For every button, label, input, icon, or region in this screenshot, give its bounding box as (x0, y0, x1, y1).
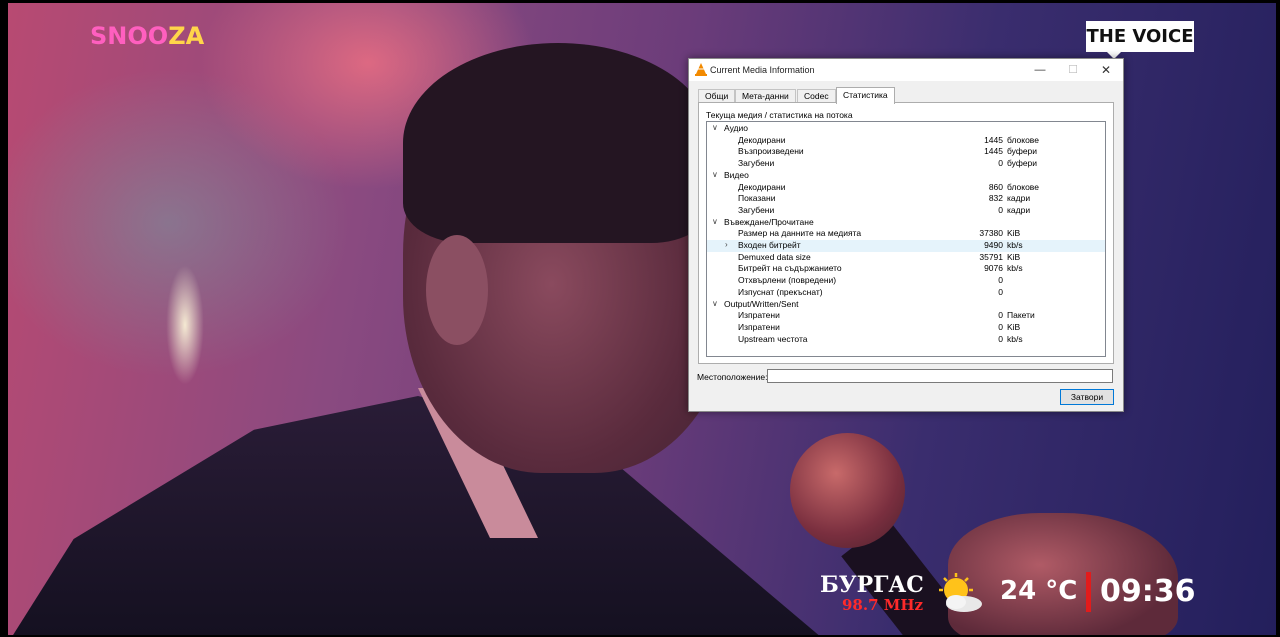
clock-time: 09:36 (1100, 574, 1196, 609)
tree-category-input[interactable]: ∨ Въвеждане/Прочитане (707, 217, 1105, 229)
singer-suit (8, 396, 828, 635)
close-window-icon[interactable]: ✕ (1089, 59, 1123, 81)
location-label: Местоположение: (697, 372, 768, 382)
tree-row[interactable]: Размер на данните на медията 37380 KiB (707, 228, 1105, 240)
channel-logo: SNOOZA (90, 22, 205, 50)
statistics-panel: Текуща медия / статистика на потока ∨ Ау… (698, 102, 1114, 364)
tree-row[interactable]: Декодирани 1445 блокове (707, 135, 1105, 147)
location-field[interactable] (767, 369, 1113, 383)
tree-row[interactable]: Загубени 0 буфери (707, 158, 1105, 170)
tree-row[interactable]: Изпратени 0 KiB (707, 322, 1105, 334)
tree-category-audio[interactable]: ∨ Аудио (707, 123, 1105, 135)
dialog-title: Current Media Information (710, 65, 815, 75)
tree-row[interactable]: Загубени 0 кадри (707, 205, 1105, 217)
divider-bar (1086, 572, 1091, 612)
tree-row[interactable]: Отхвърлени (повредени) 0 (707, 275, 1105, 287)
expand-chevron-icon[interactable]: ∨ (712, 123, 718, 132)
singer-hair (403, 43, 713, 243)
tree-row[interactable]: Възпроизведени 1445 буфери (707, 146, 1105, 158)
tree-row[interactable]: Изпратени 0 Пакети (707, 310, 1105, 322)
vlc-cone-icon (695, 63, 707, 76)
title-bar[interactable]: Current Media Information — ☐ ✕ (689, 59, 1123, 81)
tree-row[interactable]: Битрейт на съдържанието 9076 kb/s (707, 263, 1105, 275)
partly-cloudy-icon (939, 573, 982, 612)
the-voice-badge: THE VOICE (1086, 21, 1194, 59)
expand-chevron-icon[interactable]: ∨ (712, 299, 718, 308)
media-info-dialog: Current Media Information — ☐ ✕ Общи Мет… (688, 58, 1124, 412)
tree-row[interactable]: Изпуснат (прекъснат) 0 (707, 287, 1105, 299)
expand-chevron-icon[interactable]: ∨ (712, 170, 718, 179)
tree-row-selected[interactable]: › Входен битрейт 9490 kb/s (707, 240, 1105, 252)
city-name: БУРГАС (820, 572, 924, 598)
tab-general[interactable]: Общи (698, 89, 736, 103)
panel-heading: Текуща медия / статистика на потока (706, 110, 853, 120)
temperature: 24 °C (1000, 576, 1078, 606)
tree-category-output[interactable]: ∨ Output/Written/Sent (707, 299, 1105, 311)
expand-chevron-right-icon[interactable]: › (725, 240, 728, 249)
expand-chevron-icon[interactable]: ∨ (712, 217, 718, 226)
minimize-button[interactable]: — (1023, 59, 1057, 81)
maximize-button[interactable]: ☐ (1056, 59, 1090, 81)
tree-row[interactable]: Upstream честота 0 kb/s (707, 334, 1105, 346)
stage-light (166, 265, 204, 385)
singer-ear (426, 235, 488, 345)
tab-metadata[interactable]: Мета-данни (735, 89, 796, 103)
close-button[interactable]: Затвори (1060, 389, 1114, 405)
radio-frequency: 98.7 MHz (842, 596, 924, 614)
tab-statistics[interactable]: Статистика (836, 87, 895, 104)
tree-row[interactable]: Декодирани 860 блокове (707, 182, 1105, 194)
tree-row[interactable]: Demuxed data size 35791 KiB (707, 252, 1105, 264)
tree-row[interactable]: Показани 832 кадри (707, 193, 1105, 205)
tab-codec[interactable]: Codec (797, 89, 836, 103)
tree-category-video[interactable]: ∨ Видео (707, 170, 1105, 182)
stats-tree[interactable]: ∨ Аудио Декодирани 1445 блокове Възпроиз… (706, 121, 1106, 357)
microphone (790, 433, 905, 548)
